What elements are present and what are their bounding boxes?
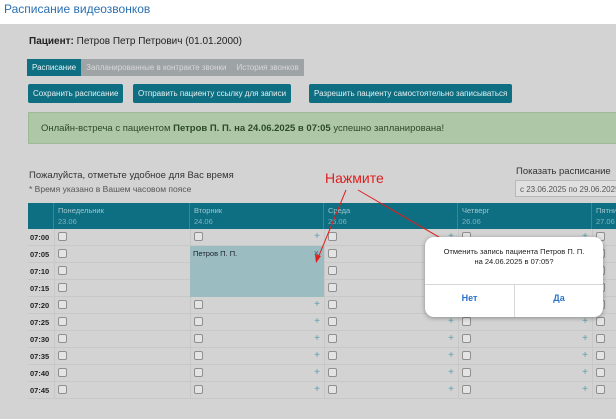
dialog-yes-button[interactable]: Да bbox=[515, 293, 603, 303]
dialog-message: Отменить запись пациента Петров П. П. на… bbox=[443, 247, 585, 266]
cancel-confirm-dialog: Отменить запись пациента Петров П. П. на… bbox=[425, 237, 603, 317]
annotation-arrows bbox=[315, 189, 547, 300]
dialog-no-button[interactable]: Нет bbox=[425, 293, 514, 303]
arrow-to-cancel bbox=[317, 189, 347, 259]
arrowhead-cancel-icon bbox=[315, 254, 321, 263]
